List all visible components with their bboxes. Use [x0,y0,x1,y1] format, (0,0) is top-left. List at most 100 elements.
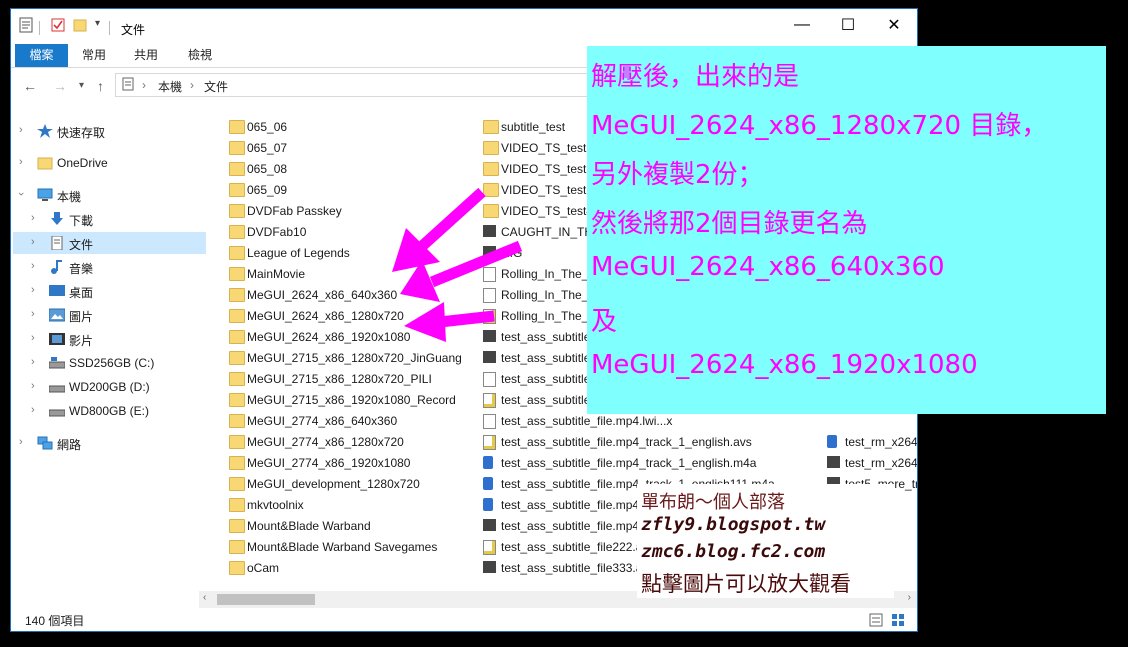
up-icon[interactable]: ↑ [97,78,104,94]
file-name: 065_09 [247,183,288,197]
file-name: RIG [501,246,523,260]
file-name: 065_08 [247,162,288,176]
video-file-icon [483,519,496,531]
folder-icon [229,519,245,533]
folder-icon [229,225,245,239]
sidebar-item-quick-access[interactable]: › 快速存取 [13,120,195,142]
expand-chevron-icon[interactable]: › [31,380,35,392]
back-icon[interactable]: ← [23,78,37,94]
sidebar-item-this-pc[interactable]: › 本機 [13,184,195,206]
large-icons-view-icon[interactable] [891,613,905,627]
sidebar-item-downloads[interactable]: › 下載 [25,208,207,230]
sidebar-item-desktop[interactable]: › 桌面 [25,280,207,302]
breadcrumb-this-pc[interactable]: 本機 [158,78,182,95]
item-count: 140 個項目 [25,614,85,628]
annotation-line: 另外複製2份； [591,160,764,190]
scroll-left-icon[interactable]: ‹ [203,592,206,603]
expand-chevron-icon[interactable]: › [31,356,35,368]
folder-icon [229,414,245,428]
expand-chevron-icon[interactable]: › [31,284,35,296]
folder-icon [229,141,245,155]
sidebar-item-documents[interactable]: › 文件 [13,232,206,254]
video-file-icon [483,561,496,573]
file-name: VIDEO_TS_test1 [501,141,594,155]
expand-chevron-icon[interactable]: › [31,260,35,272]
expand-chevron-icon[interactable]: › [31,308,35,320]
sidebar-item-onedrive[interactable]: › OneDrive [13,152,195,174]
file-name: MeGUI_2774_x86_1920x1080 [247,456,411,470]
customize-toolbar-icon[interactable]: ▾ [95,18,100,29]
collapse-chevron-icon[interactable]: › [15,192,27,196]
scroll-right-icon[interactable]: › [908,592,911,603]
window-title: 文件 [121,23,146,37]
computer-icon [37,188,53,201]
file-name: MeGUI_2715_x86_1920x1080_Record [247,393,456,407]
tab-share[interactable]: 共用 [129,44,163,67]
expand-chevron-icon[interactable]: › [19,436,23,448]
folder-icon [229,330,245,344]
tab-file[interactable]: 檔案 [15,44,68,67]
sidebar-item-drive-e[interactable]: › WD800GB (E:) [25,400,207,422]
expand-chevron-icon[interactable]: › [19,124,23,136]
file-name: Mount&Blade Warband Savegames [247,540,438,554]
maximize-button[interactable]: ☐ [825,9,871,41]
close-button[interactable]: ✕ [871,9,917,41]
folder-icon [229,120,245,134]
sidebar-item-label: SSD256GB (C:) [69,356,155,370]
folder-icon [229,540,245,554]
sidebar-item-label: WD800GB (E:) [69,404,150,418]
folder-icon [229,393,245,407]
audio-file-icon [483,498,493,511]
script-file-icon [483,540,496,555]
sidebar-item-videos[interactable]: › 影片 [25,328,207,350]
minimize-button[interactable]: — [779,9,825,41]
properties-icon[interactable] [19,17,33,33]
desktop-icon [49,285,65,296]
expand-chevron-icon[interactable]: › [31,236,35,248]
folder-icon [37,157,53,170]
blog-watermark: 單布朗～個人部落 zfly9.blogspot.tw zmc6.blog.fc2… [637,484,894,598]
folder-icon [483,120,499,134]
video-file-icon [483,351,496,363]
expand-chevron-icon[interactable]: › [19,156,23,168]
file-name: test_ass_subtitle_file222.ass [501,540,655,554]
sidebar-item-music[interactable]: › 音樂 [25,256,207,278]
sidebar-item-drive-d[interactable]: › WD200GB (D:) [25,376,207,398]
tab-home[interactable]: 常用 [77,44,111,67]
folder-icon [229,477,245,491]
new-folder-icon[interactable] [73,17,87,33]
details-view-icon[interactable] [869,613,883,627]
title-separator [39,21,40,35]
sidebar-item-label: 影片 [69,334,94,348]
document-icon [122,77,134,91]
sidebar-item-pictures[interactable]: › 圖片 [25,304,207,326]
file-icon [483,414,496,429]
sidebar-item-network[interactable]: › 網路 [13,432,195,454]
folder-icon [483,162,499,176]
audio-file-icon [483,477,493,490]
file-name: MainMovie [247,267,306,281]
recent-locations-icon[interactable]: ▾ [79,80,84,91]
file-name: 065_07 [247,141,288,155]
drive-icon [49,385,65,393]
file-icon [483,267,496,282]
file-name: test_ass_subtitle_file.mp4.lwi...x [501,414,673,428]
file-name: oCam [247,561,280,575]
file-name: MeGUI_2774_x86_1280x720 [247,435,404,449]
status-bar: 140 個項目 [11,609,917,631]
forward-icon[interactable]: → [53,78,67,94]
sidebar-item-drive-c[interactable]: › SSD256GB (C:) [25,352,207,374]
checkmark-icon[interactable] [51,17,65,33]
breadcrumb-documents[interactable]: 文件 [204,78,228,95]
scrollbar-thumb[interactable] [217,594,315,605]
tab-view[interactable]: 檢視 [183,44,217,67]
folder-icon [483,141,499,155]
expand-chevron-icon[interactable]: › [31,212,35,224]
file-name: MeGUI_2774_x86_640x360 [247,414,398,428]
annotation-line: MeGUI_2624_x86_1920x1080 [591,350,978,380]
document-icon [51,236,63,250]
expand-chevron-icon[interactable]: › [31,404,35,416]
annotation-box: 解壓後，出來的是 MeGUI_2624_x86_1280x720 目錄， 另外複… [587,46,1106,414]
file-name: test_ass_subtitle_f [501,330,601,344]
expand-chevron-icon[interactable]: › [31,332,35,344]
